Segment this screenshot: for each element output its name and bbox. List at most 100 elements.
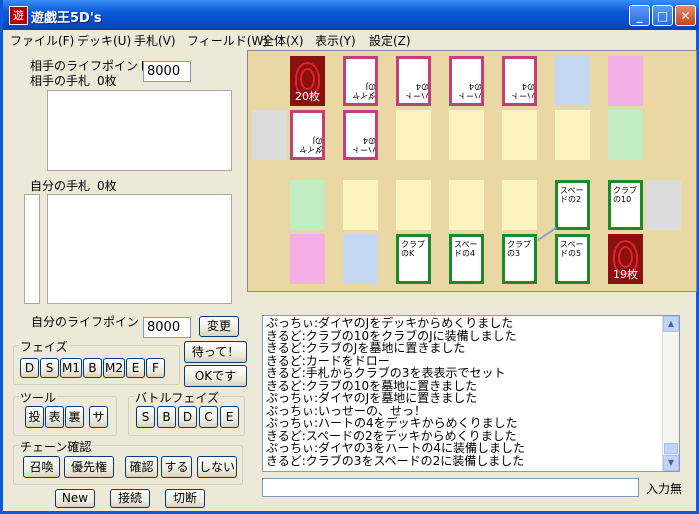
- opponent-life-input[interactable]: 8000: [143, 61, 191, 82]
- chain-priority-button[interactable]: 優先権: [64, 456, 114, 478]
- chain-yes-button[interactable]: する: [161, 456, 192, 478]
- self-card[interactable]: スペードの2: [555, 180, 590, 230]
- self-card[interactable]: クラブのK: [396, 234, 431, 284]
- self-hand-area[interactable]: [47, 194, 232, 304]
- new-button[interactable]: New: [55, 489, 95, 508]
- self-hand-side-area[interactable]: [24, 194, 40, 304]
- opponent-hand-label: 相手の手札: [30, 74, 91, 88]
- battle-d-button[interactable]: D: [178, 406, 197, 428]
- chat-log[interactable]: ぷっちぃ:ダイヤのJをデッキからめくりました きるど:クラブの10をクラブのJに…: [262, 315, 680, 472]
- log-line: きるど:クラブの3をスペードの2に装備しました: [266, 453, 525, 468]
- menu-all[interactable]: 全体(X): [262, 32, 304, 49]
- opponent-deck[interactable]: 20枚: [290, 56, 325, 106]
- main-window: 遊 遊戯王5D's _ □ ✕ ファイル(F) デッキ(U) 手札(V) フィー…: [0, 0, 699, 514]
- menu-view[interactable]: 表示(Y): [315, 32, 356, 49]
- card-label: スペードの2: [560, 186, 584, 204]
- log-lines: ぷっちぃ:ダイヤのJをデッキからめくりました きるど:クラブの10をクラブのJに…: [263, 316, 679, 467]
- phase-f-button[interactable]: F: [146, 358, 165, 378]
- card-label: ハートの4: [511, 82, 535, 100]
- scroll-up-icon[interactable]: ▲: [663, 316, 679, 332]
- self-deck[interactable]: 19枚: [608, 234, 643, 284]
- card-label: ダイヤのJ: [299, 136, 323, 154]
- wait-button[interactable]: 待って！: [184, 341, 247, 363]
- opponent-card[interactable]: ハートの4: [343, 110, 378, 160]
- self-monster-zone[interactable]: [449, 180, 484, 230]
- opponent-graveyard-zone[interactable]: [608, 110, 643, 160]
- self-monster-zone[interactable]: [343, 180, 378, 230]
- opponent-hand-area[interactable]: [47, 90, 232, 171]
- phase-s-button[interactable]: S: [40, 358, 59, 378]
- card-label: スペードの5: [560, 240, 584, 258]
- self-monster-zone[interactable]: [396, 180, 431, 230]
- opponent-field-zone[interactable]: [608, 56, 643, 106]
- opponent-card[interactable]: ダイヤのJ: [290, 110, 325, 160]
- opponent-monster-zone[interactable]: [396, 110, 431, 160]
- menu-deck[interactable]: デッキ(U): [77, 32, 131, 49]
- opponent-deck-count: 20枚: [295, 90, 320, 103]
- scroll-thumb[interactable]: [664, 443, 678, 454]
- battle-e-button[interactable]: E: [220, 406, 239, 428]
- log-scrollbar[interactable]: ▲ ▼: [662, 316, 679, 471]
- chat-input[interactable]: [262, 478, 639, 497]
- self-monster-zone[interactable]: [502, 180, 537, 230]
- tool-face-up-button[interactable]: 表: [45, 406, 64, 428]
- close-button[interactable]: ✕: [675, 5, 696, 26]
- opponent-card[interactable]: ハートの4: [396, 56, 431, 106]
- tool-face-down-button[interactable]: 裏: [65, 406, 84, 428]
- log-line: きるど:手札からクラブの3を表表示でセット: [266, 366, 506, 380]
- ok-button[interactable]: OKです: [184, 365, 247, 387]
- tool-throw-button[interactable]: 投: [25, 406, 44, 428]
- phase-d-button[interactable]: D: [20, 358, 39, 378]
- chain-confirm-button[interactable]: 確認: [125, 456, 158, 478]
- self-graveyard-zone[interactable]: [290, 180, 325, 230]
- opponent-monster-zone[interactable]: [449, 110, 484, 160]
- opponent-card[interactable]: ダイヤのJ: [343, 56, 378, 106]
- battle-c-button[interactable]: C: [199, 406, 218, 428]
- opponent-monster-zone[interactable]: [555, 110, 590, 160]
- phase-m1-button[interactable]: M1: [60, 358, 82, 378]
- menu-hand[interactable]: 手札(V): [134, 32, 176, 49]
- chain-no-button[interactable]: しない: [197, 456, 237, 478]
- card-label: ダイヤのJ: [352, 82, 376, 100]
- title-bar[interactable]: 遊 遊戯王5D's _ □ ✕: [3, 0, 699, 30]
- self-extra-zone[interactable]: [343, 234, 378, 284]
- self-card[interactable]: クラブの3: [502, 234, 537, 284]
- self-card[interactable]: クラブの10: [608, 180, 643, 230]
- opponent-monster-zone[interactable]: [502, 110, 537, 160]
- chain-summon-button[interactable]: 召喚: [23, 456, 60, 478]
- self-deck-count: 19枚: [613, 268, 638, 281]
- log-line: ぷっちぃ:ハートの4をデッキからめくりました: [266, 416, 518, 430]
- self-side-zone[interactable]: [646, 180, 681, 230]
- battle-b-button[interactable]: B: [157, 406, 176, 428]
- self-hand-label: 自分の手札: [30, 179, 91, 193]
- self-field-zone[interactable]: [290, 234, 325, 284]
- self-life-input[interactable]: 8000: [143, 317, 191, 338]
- scroll-down-icon[interactable]: ▼: [663, 455, 679, 471]
- disconnect-button[interactable]: 切断: [165, 489, 205, 508]
- self-card[interactable]: スペードの5: [555, 234, 590, 284]
- maximize-button[interactable]: □: [652, 5, 673, 26]
- tool-sa-button[interactable]: サ: [89, 406, 108, 428]
- self-card[interactable]: スペードの4: [449, 234, 484, 284]
- minimize-button[interactable]: _: [629, 5, 650, 26]
- self-life-label: 自分のライフポイント: [31, 315, 152, 329]
- equip-link-line: [537, 227, 557, 241]
- opponent-extra-zone[interactable]: [555, 56, 590, 106]
- menu-field[interactable]: フィールド(W): [187, 32, 268, 49]
- change-life-button[interactable]: 変更: [199, 316, 239, 337]
- opponent-card[interactable]: ハートの4: [502, 56, 537, 106]
- card-label: クラブのK: [401, 240, 425, 258]
- phase-m2-button[interactable]: M2: [103, 358, 125, 378]
- card-label: クラブの3: [507, 240, 531, 258]
- phase-e-button[interactable]: E: [126, 358, 145, 378]
- connect-button[interactable]: 接続: [110, 489, 150, 508]
- menu-file[interactable]: ファイル(F): [10, 32, 74, 49]
- battle-s-button[interactable]: S: [136, 406, 155, 428]
- card-label: ハートの4: [352, 136, 376, 154]
- menu-settings[interactable]: 設定(Z): [369, 32, 411, 49]
- log-line: きるど:クラブのJを墓地に置きました: [266, 341, 466, 355]
- phase-b-button[interactable]: B: [83, 358, 102, 378]
- opponent-side-zone[interactable]: [252, 110, 287, 160]
- game-field[interactable]: 20枚 ダイヤのJ ハートの4 ハートの4 ハートの4 ダイヤのJ ハートの4 …: [247, 50, 697, 292]
- opponent-card[interactable]: ハートの4: [449, 56, 484, 106]
